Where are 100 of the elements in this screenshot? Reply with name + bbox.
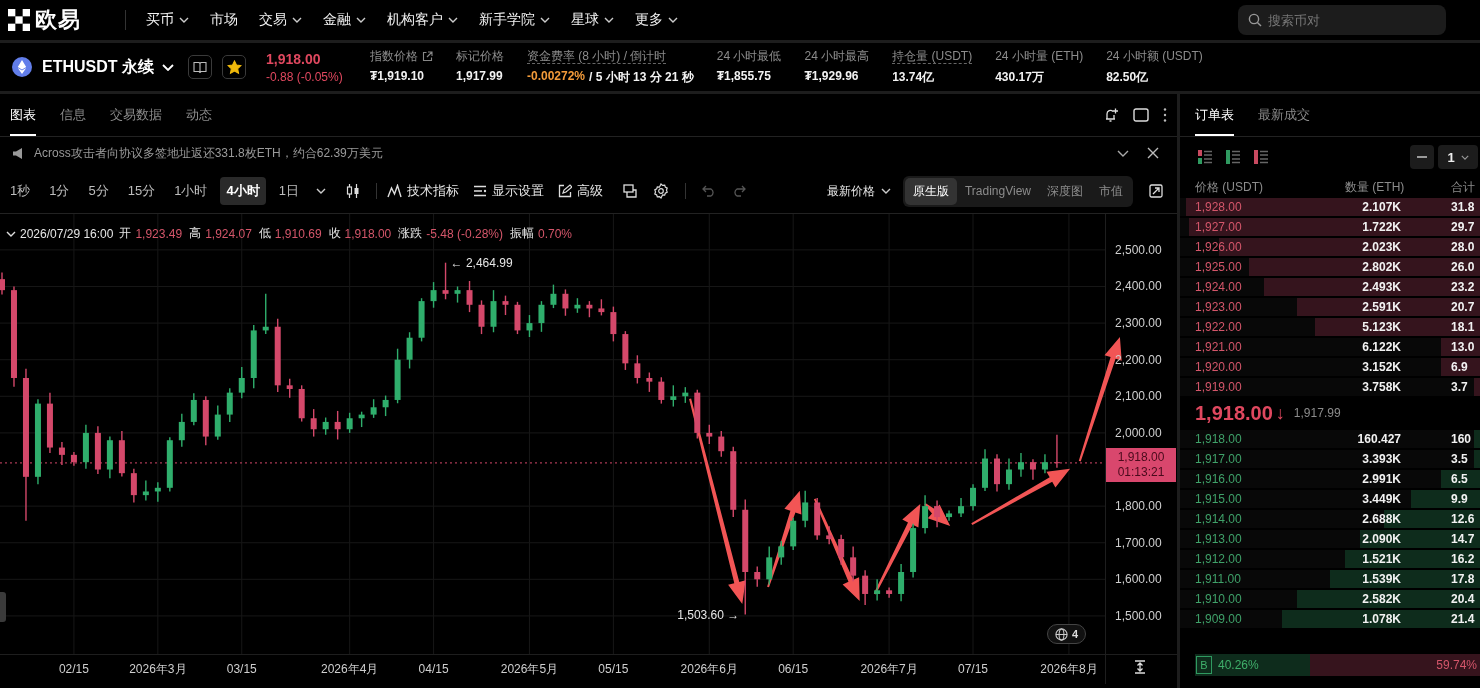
- symbol-name[interactable]: ETHUSDT 永续: [42, 56, 154, 78]
- view-tab[interactable]: 市值: [1091, 177, 1131, 205]
- bid-price[interactable]: 1,918.00: [1195, 432, 1345, 446]
- nav-menu-item[interactable]: 市场: [210, 6, 238, 34]
- bid-price[interactable]: 1,916.00: [1195, 472, 1345, 486]
- caret-icon[interactable]: [6, 230, 16, 237]
- bid-price[interactable]: 1,909.00: [1195, 612, 1345, 626]
- drawings-badge[interactable]: 4: [1047, 624, 1087, 644]
- view-tab[interactable]: TradingView: [956, 179, 1039, 203]
- toolbar-button[interactable]: 高级: [557, 182, 603, 200]
- logo-icon[interactable]: [8, 9, 30, 31]
- external-link-icon[interactable]: [422, 50, 433, 62]
- more-icon[interactable]: [1163, 107, 1167, 123]
- ask-price[interactable]: 1,928.00: [1195, 200, 1345, 214]
- fit-height-icon[interactable]: [1134, 660, 1146, 674]
- bid-price[interactable]: 1,912.00: [1195, 552, 1345, 566]
- panel-tab[interactable]: 交易数据: [110, 94, 162, 136]
- candlestick: [766, 545, 773, 586]
- book-tab[interactable]: 最新成交: [1258, 94, 1310, 136]
- nav-menu-item[interactable]: 买币: [146, 6, 189, 34]
- price-source-dropdown[interactable]: 最新价格: [826, 182, 891, 200]
- stat-label: 指数价格: [370, 48, 418, 64]
- bid-price[interactable]: 1,911.00: [1195, 572, 1345, 586]
- interval-button[interactable]: 4小时: [220, 177, 266, 205]
- total-cell-text: 18.1: [1451, 320, 1476, 334]
- book-button[interactable]: [188, 55, 212, 79]
- search-field[interactable]: 搜索币对: [1238, 5, 1446, 35]
- window-icon[interactable]: [1133, 108, 1149, 122]
- bid-price[interactable]: 1,915.00: [1195, 492, 1345, 506]
- ask-price[interactable]: 1,925.00: [1195, 260, 1345, 274]
- date-axis-label: 05/15: [598, 662, 629, 676]
- coin-icon: [12, 57, 32, 77]
- minus-button[interactable]: [1410, 145, 1434, 169]
- panel-tab[interactable]: 动态: [186, 94, 212, 136]
- panel-handle[interactable]: [0, 592, 6, 622]
- close-icon[interactable]: [1147, 147, 1159, 159]
- nav-menu-item[interactable]: 更多: [635, 6, 678, 34]
- settings-icon[interactable]: [652, 183, 669, 199]
- extreme-price-label: ← 2,464.99: [450, 255, 513, 270]
- candlestick: [1029, 458, 1036, 481]
- view-tab[interactable]: 深度图: [1039, 177, 1091, 205]
- list-icon: [472, 185, 487, 197]
- depth-view-icon[interactable]: [1226, 150, 1240, 164]
- panel-tab[interactable]: 图表: [10, 94, 36, 136]
- minus-icon: [1417, 156, 1427, 158]
- layers-icon[interactable]: [622, 184, 637, 198]
- toolbar-button[interactable]: 技术指标: [386, 182, 459, 200]
- nav-menu-item[interactable]: 新手学院: [479, 6, 550, 34]
- interval-button[interactable]: 1小时: [168, 177, 214, 205]
- legend-label: 收: [328, 225, 341, 242]
- depth-view-icon[interactable]: [1254, 150, 1268, 164]
- ask-price[interactable]: 1,923.00: [1195, 300, 1345, 314]
- logo-text[interactable]: 欧易: [35, 5, 81, 35]
- depth-view-icon[interactable]: [1198, 150, 1212, 164]
- extreme-price-label: 1,503.60 →: [677, 607, 740, 622]
- total-cell-text: 26.0: [1451, 260, 1476, 274]
- ask-price[interactable]: 1,921.00: [1195, 340, 1345, 354]
- sell-ratio-text: 59.74%: [1436, 658, 1477, 672]
- total-cell-text: 17.8: [1451, 572, 1476, 586]
- chevron-down-icon[interactable]: [1117, 149, 1129, 157]
- precision-dropdown[interactable]: 1: [1438, 145, 1478, 169]
- interval-button[interactable]: 5分: [82, 177, 115, 205]
- mid-price: 1,918.00: [1195, 401, 1273, 425]
- nav-menu-item[interactable]: 星球: [571, 6, 614, 34]
- ask-price[interactable]: 1,922.00: [1195, 320, 1345, 334]
- ask-price[interactable]: 1,924.00: [1195, 280, 1345, 294]
- ask-price[interactable]: 1,919.00: [1195, 380, 1345, 394]
- bell-plus-icon[interactable]: [1103, 107, 1119, 123]
- interval-button[interactable]: 1秒: [4, 177, 37, 205]
- bid-price[interactable]: 1,910.00: [1195, 592, 1345, 606]
- date-axis-label: 02/15: [58, 662, 89, 676]
- ask-price[interactable]: 1,927.00: [1195, 220, 1345, 234]
- stat-value: 430.17万: [995, 68, 1044, 86]
- toolbar-button[interactable]: 显示设置: [472, 182, 544, 200]
- notice-text[interactable]: Across攻击者向协议多签地址返还331.8枚ETH，约合62.39万美元: [34, 144, 383, 162]
- stat-label: 24 小时量 (ETH): [995, 48, 1084, 64]
- panel-tab[interactable]: 信息: [60, 94, 86, 136]
- tag-price: 1,918.00: [1117, 449, 1165, 465]
- stat-value: ₮1,919.10: [370, 68, 425, 83]
- nav-menu-item[interactable]: 交易: [259, 6, 302, 34]
- book-tab[interactable]: 订单表: [1195, 94, 1234, 136]
- bid-price[interactable]: 1,913.00: [1195, 532, 1345, 546]
- interval-button[interactable]: 1分: [43, 177, 76, 205]
- interval-button[interactable]: 15分: [121, 177, 162, 205]
- bid-price[interactable]: 1,914.00: [1195, 512, 1345, 526]
- candlestick: [238, 366, 245, 399]
- stat-value: -0.00272%: [527, 68, 586, 85]
- candlestick: [898, 563, 905, 602]
- expand-icon[interactable]: [1149, 184, 1163, 198]
- nav-menu-item[interactable]: 机构客户: [387, 6, 458, 34]
- ask-price[interactable]: 1,926.00: [1195, 240, 1345, 254]
- candlestick-icon[interactable]: [345, 183, 360, 199]
- legend-label: 低: [258, 225, 271, 242]
- nav-menu-item[interactable]: 金融: [323, 6, 366, 34]
- caret-icon[interactable]: [315, 188, 326, 194]
- view-tab[interactable]: 原生版: [904, 177, 957, 205]
- interval-button[interactable]: 1日: [272, 177, 305, 205]
- bid-price[interactable]: 1,917.00: [1195, 452, 1345, 466]
- price-change: -0.88 (-0.05%): [266, 69, 344, 84]
- ask-price[interactable]: 1,920.00: [1195, 360, 1345, 374]
